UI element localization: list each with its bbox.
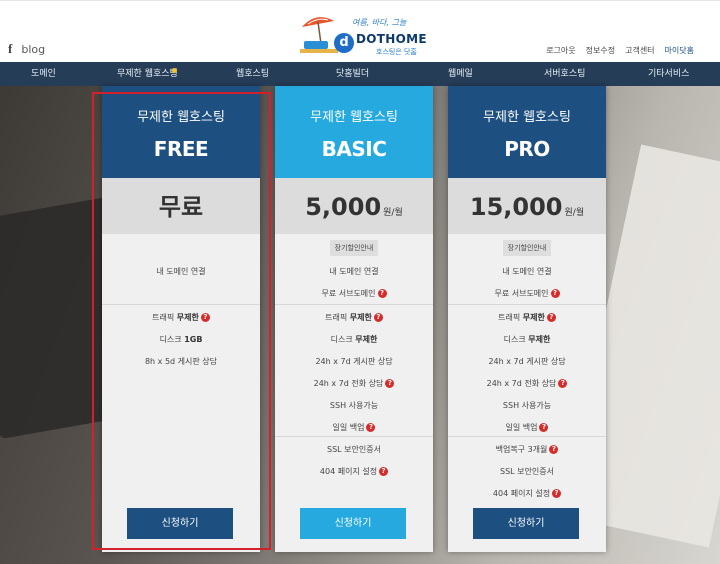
feature-item: 내 도메인 연결 [329, 267, 379, 276]
logo-slogan: 여름, 바다, 그늘 [352, 18, 407, 27]
feature-item: 무료 서브도메인? [448, 288, 606, 299]
plan-header: 무제한 웹호스팅 BASIC [275, 86, 433, 178]
main-nav: 도메인 무제한 웹호스팅 웹호스팅 닷홈빌더 웹메일 서버호스팅 기타서비스 [0, 62, 720, 86]
nav-unlimited-hosting[interactable]: 무제한 웹호스팅 [117, 62, 178, 86]
help-icon[interactable]: ? [558, 379, 568, 388]
feature-item: 404 페이지 설정? [275, 466, 433, 477]
new-badge-dot [172, 68, 177, 73]
help-icon[interactable]: ? [546, 313, 556, 322]
help-icon[interactable]: ? [366, 423, 376, 432]
help-icon[interactable]: ? [373, 313, 383, 322]
nav-hosting[interactable]: 웹호스팅 [236, 62, 269, 86]
nav-builder[interactable]: 닷홈빌더 [336, 62, 369, 86]
feature-item: 내 도메인 연결 [502, 267, 552, 276]
selection-highlight [92, 92, 271, 550]
edit-info-link[interactable]: 정보수정 [586, 45, 615, 56]
help-icon[interactable]: ? [379, 467, 389, 476]
help-icon[interactable]: ? [550, 289, 560, 298]
my-dothome-link[interactable]: 마이닷홈 [665, 45, 694, 56]
social-links: f blog [8, 41, 45, 57]
nav-webmail[interactable]: 웹메일 [448, 62, 473, 86]
feature-item: 404 페이지 설정? [448, 488, 606, 499]
feature-item: 일일 백업? [275, 422, 433, 433]
utility-menu: 로그아웃 정보수정 고객센터 마이닷홈 [546, 45, 694, 56]
feature-item: 무료 서브도메인? [275, 288, 433, 299]
nav-other-services[interactable]: 기타서비스 [648, 62, 689, 86]
nav-domain[interactable]: 도메인 [31, 62, 56, 86]
plan-price: 5,000 원/월 [275, 178, 433, 234]
plan-name: BASIC [321, 137, 387, 161]
plan-name: PRO [504, 137, 550, 161]
feature-item: 트래픽 무제한? [275, 312, 433, 323]
nav-server-hosting[interactable]: 서버호스팅 [544, 62, 585, 86]
feature-item: 24h x 7d 게시판 상담 [488, 357, 566, 366]
apply-button[interactable]: 신청하기 [300, 508, 406, 539]
dothome-logo[interactable]: 여름, 바다, 그늘 d DOTHOME 호스팅은 닷홈 [298, 11, 440, 59]
site-header: f blog 여름, 바다, 그늘 d DOTHOME 호스팅은 닷홈 로그아웃… [0, 0, 720, 62]
support-link[interactable]: 고객센터 [625, 45, 654, 56]
long-term-discount-tag[interactable]: 장기할인안내 [502, 240, 552, 256]
help-icon[interactable]: ? [549, 445, 559, 454]
feature-item: 24h x 7d 전화 상담? [448, 378, 606, 389]
feature-item: 일일 백업? [448, 422, 606, 433]
feature-item: 디스크 무제한 [330, 335, 378, 344]
feature-item: 장기할인안내 [448, 240, 606, 256]
help-icon[interactable]: ? [552, 489, 562, 498]
logo-mark-icon: d [334, 33, 354, 53]
help-icon[interactable]: ? [377, 289, 387, 298]
feature-item: SSH 사용가능 [329, 401, 379, 410]
divider [275, 436, 433, 437]
feature-item: SSL 보안인증서 [500, 467, 554, 476]
logout-link[interactable]: 로그아웃 [546, 45, 575, 56]
plan-price: 15,000 원/월 [448, 178, 606, 234]
divider [275, 304, 433, 305]
blog-link[interactable]: blog [21, 43, 45, 56]
plan-card-pro: 무제한 웹호스팅 PRO 15,000 원/월 장기할인안내 내 도메인 연결 무… [448, 86, 606, 552]
divider [448, 436, 606, 437]
plan-subtitle: 무제한 웹호스팅 [310, 110, 398, 125]
price-value: 5,000 [305, 193, 382, 221]
plan-subtitle: 무제한 웹호스팅 [483, 110, 571, 125]
plan-card-basic: 무제한 웹호스팅 BASIC 5,000 원/월 장기할인안내 내 도메인 연결 … [275, 86, 433, 552]
feature-item: 백업복구 3개월? [448, 444, 606, 455]
feature-item: 장기할인안내 [275, 240, 433, 256]
logo-name: DOTHOME [356, 32, 427, 46]
feature-item: 트래픽 무제한? [448, 312, 606, 323]
help-icon[interactable]: ? [539, 423, 549, 432]
feature-item: 디스크 무제한 [503, 335, 551, 344]
price-value: 15,000 [469, 193, 563, 221]
apply-button[interactable]: 신청하기 [473, 508, 579, 539]
plan-header: 무제한 웹호스팅 PRO [448, 86, 606, 178]
long-term-discount-tag[interactable]: 장기할인안내 [329, 240, 379, 256]
feature-item: 24h x 7d 게시판 상담 [315, 357, 393, 366]
facebook-icon[interactable]: f [8, 41, 12, 57]
logo-tagline: 호스팅은 닷홈 [376, 48, 417, 56]
feature-item: SSH 사용가능 [502, 401, 552, 410]
price-unit: 원/월 [564, 208, 585, 218]
feature-item: 24h x 7d 전화 상담? [275, 378, 433, 389]
feature-item: SSL 보안인증서 [327, 445, 381, 454]
divider [448, 304, 606, 305]
price-unit: 원/월 [383, 208, 403, 218]
beach-umbrella-icon [300, 17, 338, 53]
help-icon[interactable]: ? [385, 379, 395, 388]
